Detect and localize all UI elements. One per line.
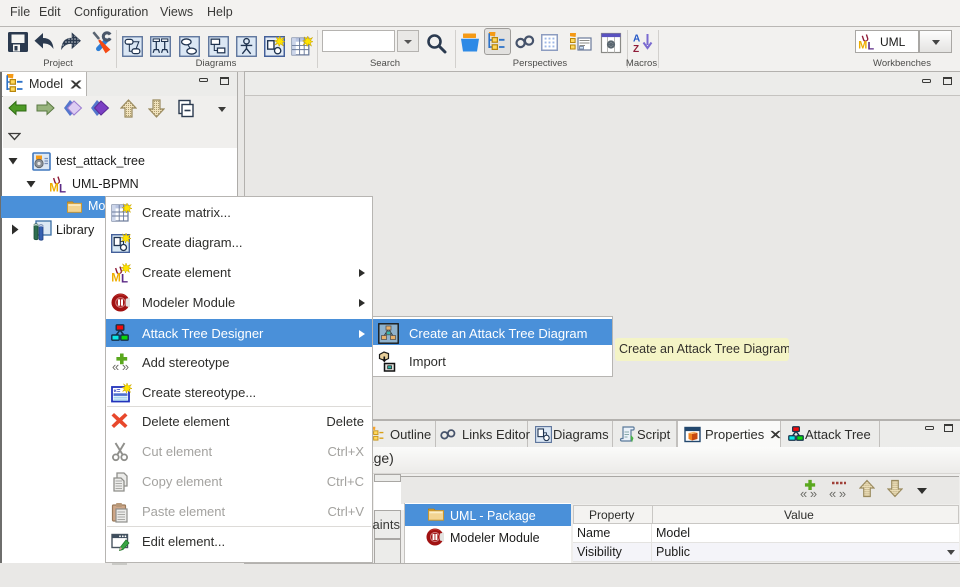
- svg-text:Z: Z: [633, 44, 639, 54]
- svg-text:« »: « »: [800, 486, 817, 500]
- svg-text:« »: « »: [829, 486, 846, 500]
- svg-text:« »: « »: [112, 359, 129, 374]
- svg-text:A: A: [633, 34, 640, 45]
